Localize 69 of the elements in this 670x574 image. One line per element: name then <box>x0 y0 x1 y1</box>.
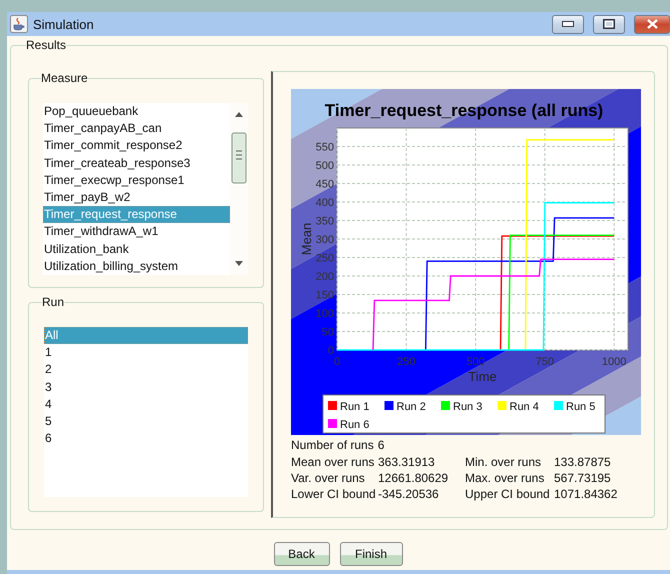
scrollbar[interactable] <box>230 103 248 275</box>
stat-label: Var. over runs <box>291 471 366 486</box>
stat-label: Upper CI bound <box>465 487 551 502</box>
legend-label: Run 4 <box>510 401 539 413</box>
x-tick-label: 1000 <box>602 356 626 368</box>
stat-value: -345.20536 <box>378 487 440 502</box>
chart-title: Timer_request_response (all runs) <box>324 101 604 120</box>
legend-label: Run 3 <box>453 401 482 413</box>
stat-value: 1071.84362 <box>554 487 618 502</box>
close-button[interactable] <box>634 14 670 34</box>
group-title: Run <box>42 295 64 309</box>
y-tick-label: 500 <box>316 160 334 172</box>
stat-value: 567.73195 <box>554 471 612 486</box>
list-item[interactable]: Timer_createab_response3 <box>43 154 230 172</box>
list-item[interactable]: 3 <box>44 378 248 396</box>
minimize-button[interactable] <box>552 14 584 34</box>
list-item[interactable]: Timer_commit_response2 <box>43 137 230 155</box>
window-title: Simulation <box>33 16 95 32</box>
legend-label: Run 2 <box>396 401 426 413</box>
back-button[interactable]: Back <box>274 542 330 566</box>
legend-label: Run 1 <box>340 401 370 413</box>
stat-label: Number of runs <box>291 438 374 452</box>
stat-label: Mean over runs <box>291 455 376 470</box>
x-tick-label: 250 <box>397 356 416 368</box>
minimize-icon <box>562 21 574 27</box>
stat-label: Max. over runs <box>465 471 546 486</box>
x-tick-label: 0 <box>334 356 340 368</box>
stat-label: Lower CI bound <box>291 487 377 502</box>
group-title: Results <box>26 38 66 52</box>
close-icon <box>646 19 658 29</box>
finish-button[interactable]: Finish <box>340 542 402 566</box>
y-tick-label: 50 <box>322 326 334 338</box>
list-item[interactable]: Utilization_billing_system <box>43 258 230 275</box>
legend-label: Run 5 <box>566 401 596 413</box>
y-tick-label: 400 <box>316 197 334 209</box>
y-tick-label: 200 <box>316 271 334 283</box>
list-item[interactable]: Timer_payB_w2 <box>43 188 230 206</box>
list-item[interactable]: Timer_execwp_response1 <box>43 172 230 189</box>
stat-value: 133.87875 <box>554 455 612 470</box>
stat-value: 363.31913 <box>378 455 436 470</box>
legend-label: Run 6 <box>340 419 370 431</box>
restore-icon <box>603 19 615 29</box>
y-tick-label: 350 <box>316 216 334 228</box>
x-axis-title: Time <box>468 369 497 384</box>
list-item[interactable]: Pop_quueuebank <box>43 103 230 120</box>
y-tick-label: 0 <box>328 345 334 357</box>
group-title: Measure <box>41 71 88 85</box>
y-tick-label: 450 <box>316 178 334 190</box>
list-item[interactable]: 4 <box>44 396 248 413</box>
y-tick-label: 550 <box>316 142 334 154</box>
list-item[interactable]: 5 <box>44 412 248 430</box>
maximize-button[interactable] <box>593 14 625 34</box>
list-item[interactable]: 2 <box>44 361 248 379</box>
stat-label: Min. over runs <box>465 455 542 470</box>
list-item[interactable]: Timer_withdrawA_w1 <box>43 223 230 240</box>
y-axis-title: Mean <box>299 222 314 256</box>
list-item[interactable]: 1 <box>44 344 248 362</box>
x-tick-label: 500 <box>466 356 485 368</box>
y-tick-label: 300 <box>316 234 334 246</box>
list-item[interactable]: 6 <box>44 430 248 448</box>
stat-value: 12661.80629 <box>378 471 450 486</box>
y-tick-label: 250 <box>316 252 334 264</box>
list-item[interactable]: Timer_canpayAB_can <box>43 120 230 138</box>
cup-icon <box>10 15 28 33</box>
list-item[interactable]: Utilization_bank <box>43 240 230 258</box>
y-tick-label: 100 <box>316 308 334 320</box>
stat-value: 6 <box>378 438 384 452</box>
y-tick-label: 150 <box>316 290 334 302</box>
x-tick-label: 750 <box>536 356 554 368</box>
